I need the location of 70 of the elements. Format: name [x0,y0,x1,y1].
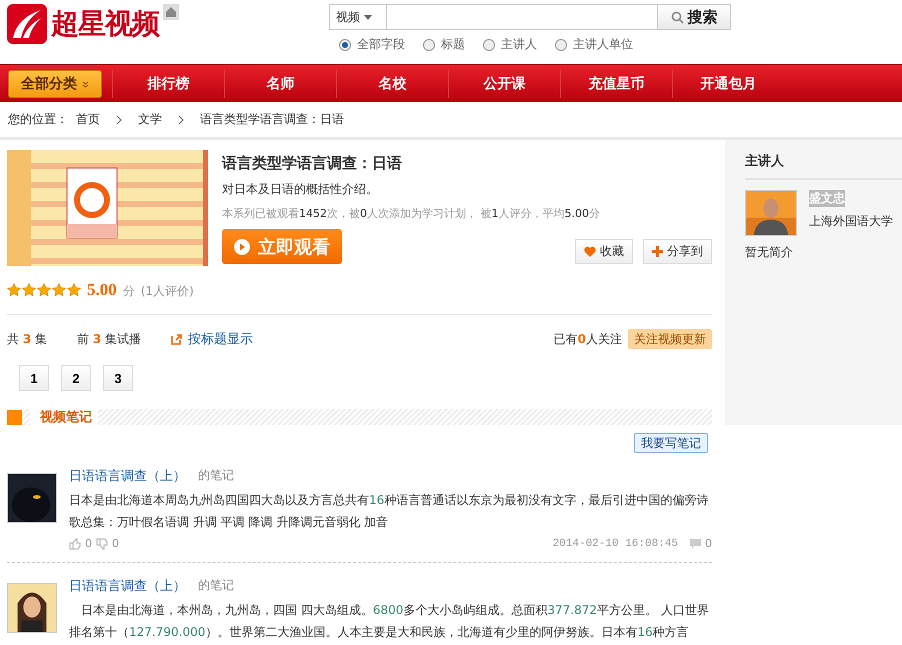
note-time: 2014-02-10 16:08:45 [552,538,678,550]
scope-dropdown[interactable]: 视频 [329,4,387,30]
breadcrumb-label: 您的位置： [8,111,68,128]
search-field[interactable] [387,4,657,30]
star-icon [67,283,81,297]
note-suffix: 的笔记 [198,467,234,484]
search-field-option[interactable]: 全部字段 [339,36,405,53]
score-unit: 分 [122,283,135,300]
course-title: 语言类型学语言调查：日语 [222,154,403,173]
title-view-link[interactable]: 按标题显示 [171,330,254,348]
rating-count: (1人评价) [140,283,194,300]
note-text: 日本是由北海道本周岛九州岛四国四大岛以及方言总共有16种语言普通话以东京为最初没有文字，最后引进中国的偏旁诗歌总集：万叶假名语调 升调 平调 降调 升降调元音弱化 加音 [69,492,710,531]
nav-link[interactable]: 开通包月 [672,70,784,98]
write-note-button[interactable]: 我要写笔记 [634,433,708,453]
plus-icon [652,246,663,257]
dislike-count: 0 [112,537,119,550]
notes-heading: 视频笔记 [30,408,98,426]
episode-button[interactable]: 2 [61,365,91,391]
caret-icon [364,14,372,20]
comment-count: 0 [705,537,712,550]
section-marker-icon [7,410,22,424]
home-icon[interactable] [163,4,179,20]
note-episode-link[interactable]: 日语语言调查（上） [69,577,186,595]
breadcrumb-link[interactable]: 文学 [138,111,162,128]
nav-link[interactable]: 公开课 [448,70,560,98]
nav-link[interactable]: 充值星币 [560,70,672,98]
nav-link[interactable]: 名校 [336,70,448,98]
like-count: 0 [85,537,92,550]
star-icon [22,283,36,297]
breadcrumb-link[interactable]: 首页 [76,111,100,128]
comment-icon[interactable] [690,538,701,548]
note-text: 日本是由北海道，本州岛，九州岛，四国 四大岛组成。6800多个大小岛屿组成。总面积377.872平方公里。 人口世界排名第十（127.790.000）。世界第二大渔业国。人本主要是大和民族，北海道有少里的阿伊努族。日本有16种方言 [69,602,710,641]
episode-button[interactable]: 1 [19,365,49,391]
chevron-icon [116,114,122,124]
search-button[interactable]: 搜索 [657,4,731,30]
episode-button[interactable]: 3 [103,365,133,391]
thumbs-down-icon[interactable] [96,538,108,550]
all-categories-button[interactable]: 全部分类 [8,70,102,98]
thumbs-up-icon[interactable] [69,538,81,550]
trial-episodes: 前 3 集试播 [77,330,142,348]
play-icon [234,238,250,254]
follower-count: 已有0人关注 [554,330,622,348]
nav-link[interactable]: 排行榜 [112,70,224,98]
favorite-button[interactable]: 收藏 [575,239,633,264]
follow-button[interactable]: 关注视频更新 [628,329,712,349]
breadcrumb-link[interactable]: 语言类型学语言调查：日语 [200,111,344,128]
course-description: 对日本及日语的概括性介绍。 [222,181,379,198]
search-field-option[interactable]: 标题 [423,36,465,53]
chevron-icon [178,114,184,124]
logo-text: 超星视频 [51,6,159,42]
star-icon [52,283,66,297]
episode-count: 共 3 集 [7,330,48,348]
logo-icon [7,4,47,44]
external-link-icon [171,334,182,344]
search-field-option[interactable]: 主讲人 [483,36,537,53]
lecturer-affiliation: 上海外国语大学 [809,213,893,230]
star-icon [37,283,51,297]
note-episode-link[interactable]: 日语语言调查（上） [69,467,186,485]
note-suffix: 的笔记 [198,577,234,594]
search-field-option[interactable]: 主讲人单位 [555,36,633,53]
course-stats: 本系列已被观看1452次，被0人次添加为学习计划， 被1人评分，平均5.00分 [222,206,601,221]
search-icon [670,10,684,24]
heart-icon [584,246,596,257]
share-button[interactable]: 分享到 [643,239,712,264]
lecturer-heading: 主讲人 [745,152,902,180]
rating-score: 5.00 [87,280,117,300]
lecturer-bio: 暂无简介 [745,244,794,261]
star-icon [7,283,21,297]
chevron-down-icon [82,80,89,88]
nav-link[interactable]: 名师 [224,70,336,98]
